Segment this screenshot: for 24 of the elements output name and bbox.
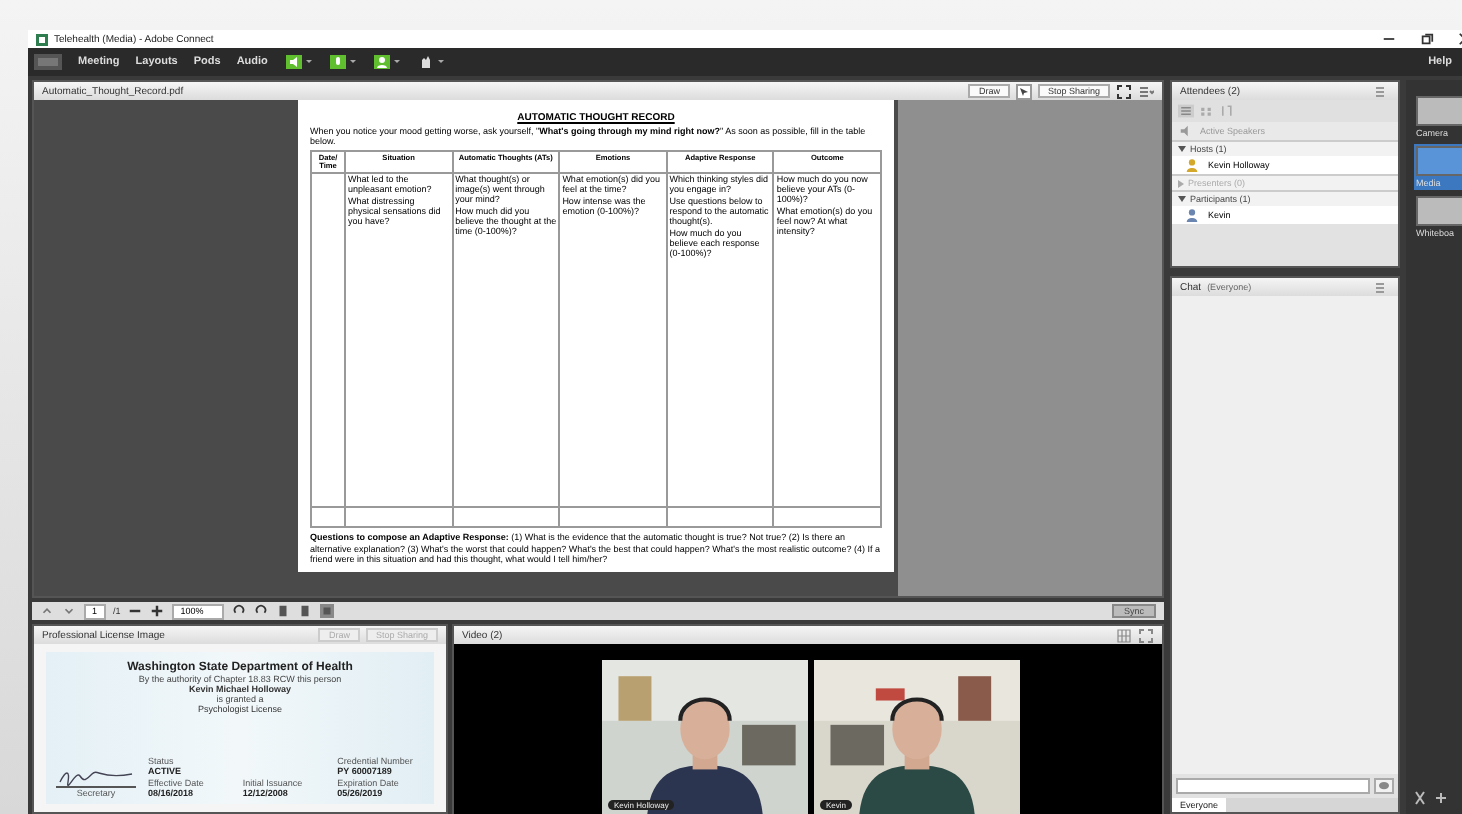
pod-menu-icon[interactable]	[1138, 83, 1154, 99]
signature-drawing	[56, 766, 136, 788]
send-icon[interactable]	[1374, 778, 1394, 794]
grid-view-icon[interactable]	[1116, 627, 1132, 643]
message-field[interactable]	[1176, 778, 1370, 794]
pod-menu-icon[interactable]	[1374, 83, 1390, 99]
speaker-icon[interactable]	[283, 54, 312, 70]
previous-page-icon[interactable]	[40, 604, 54, 618]
webcam-icon[interactable]	[371, 54, 400, 70]
zoom-out-icon[interactable]	[128, 604, 143, 618]
minimize-icon[interactable]	[1382, 32, 1396, 46]
fullscreen-icon[interactable]	[1116, 83, 1132, 99]
zoom-in-icon[interactable]	[150, 604, 165, 618]
logo-icon	[34, 54, 62, 70]
restore-icon[interactable]	[1420, 32, 1434, 46]
rotate-right-icon[interactable]	[254, 604, 269, 618]
microphone-icon[interactable]	[327, 54, 356, 70]
next-page-icon[interactable]	[62, 604, 76, 618]
pod-menu-icon[interactable]	[1374, 279, 1390, 295]
participant-icon	[1184, 208, 1200, 222]
host-icon	[1184, 158, 1200, 172]
thumbnail-icon[interactable]	[320, 604, 335, 618]
rotate-left-icon[interactable]	[232, 604, 247, 618]
cursor-icon[interactable]	[1015, 83, 1032, 99]
